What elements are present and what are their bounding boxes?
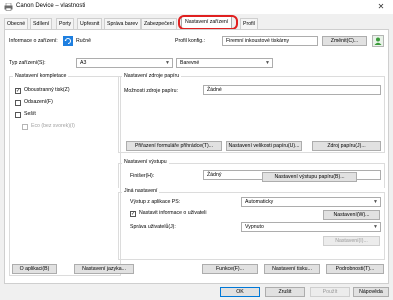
user-management-value: Vypnuto bbox=[245, 224, 264, 230]
duplex-label: Oboustranný tisk(Z) bbox=[24, 87, 70, 93]
profile-label: Profil konfig.: bbox=[175, 38, 205, 44]
ok-button[interactable]: OK bbox=[220, 287, 260, 297]
highlight-ring bbox=[178, 15, 238, 30]
output-title: Nastavení výstupu bbox=[122, 159, 169, 165]
tab-color-management[interactable]: Správa barev bbox=[104, 18, 141, 29]
device-info-label: Informace o zařízení: bbox=[9, 38, 58, 44]
about-button[interactable]: O aplikaci(B) bbox=[12, 264, 57, 274]
printer-icon bbox=[4, 2, 13, 11]
device-color-value: Barevné bbox=[180, 60, 200, 66]
tab-general[interactable]: Obecné bbox=[4, 18, 29, 29]
title-bar: Canon Device – vlastnosti ✕ bbox=[0, 0, 393, 14]
cancel-button[interactable]: Zrušit bbox=[265, 287, 305, 297]
device-size-select[interactable]: A3 ▼ bbox=[76, 58, 173, 68]
window-title: Canon Device – vlastnosti bbox=[16, 3, 86, 9]
chevron-down-icon: ▼ bbox=[165, 60, 170, 66]
offset-label: Odsazení(F) bbox=[24, 99, 53, 105]
change-profile-button[interactable]: Změnit(C)... bbox=[322, 36, 367, 46]
details-button[interactable]: Podrobnosti(T)... bbox=[326, 264, 384, 274]
user-management-select[interactable]: Vypnuto ▼ bbox=[241, 222, 381, 232]
user-info-checkbox[interactable]: ✓ bbox=[130, 211, 136, 217]
ps-output-value: Automaticky bbox=[245, 199, 274, 205]
paper-source-title: Nastavení zdroje papíru bbox=[122, 73, 182, 79]
apply-button: Použít bbox=[310, 287, 350, 297]
duplex-checkbox[interactable]: ✓ bbox=[15, 88, 21, 94]
refresh-icon[interactable] bbox=[63, 36, 73, 46]
output-settings-button[interactable]: Nastavení výstupu papíru(B)... bbox=[262, 172, 357, 182]
tab-strip: Obecné Sdílení Porty Upřesnit Správa bar… bbox=[0, 15, 393, 30]
staple-label: Sešít bbox=[24, 111, 36, 117]
staple-free-checkbox bbox=[22, 124, 28, 130]
chevron-down-icon: ▼ bbox=[265, 60, 270, 66]
device-info-mode: Ručně bbox=[76, 38, 91, 44]
tab-profile[interactable]: Profil bbox=[240, 18, 258, 29]
other-settings-title: Jiná nastavení bbox=[122, 188, 160, 194]
finisher-label: Finišer(H): bbox=[130, 173, 155, 179]
chevron-down-icon: ▼ bbox=[373, 224, 378, 230]
user-management-settings-button: Nastavení(I)... bbox=[323, 236, 380, 246]
paper-source-button[interactable]: Zdroj papíru(J)... bbox=[312, 141, 381, 151]
user-info-label: Nastavit informace o uživateli bbox=[139, 210, 207, 216]
paper-size-settings-button[interactable]: Nastavení velikosti papíru(U)... bbox=[226, 141, 302, 151]
offset-checkbox[interactable] bbox=[15, 100, 21, 106]
tab-ports[interactable]: Porty bbox=[56, 18, 75, 29]
device-color-select[interactable]: Barevné ▼ bbox=[176, 58, 273, 68]
staple-checkbox[interactable] bbox=[15, 112, 21, 118]
assign-form-tray-button[interactable]: Přiřazení formuláře přihrádce(T)... bbox=[126, 141, 222, 151]
user-management-label: Správa uživatelů(J): bbox=[130, 224, 176, 230]
tab-sharing[interactable]: Sdílení bbox=[30, 18, 53, 29]
device-size-value: A3 bbox=[80, 60, 87, 66]
profile-field: Firemní inkoustové tiskárny bbox=[222, 36, 318, 46]
device-type-label: Typ zařízení(S): bbox=[9, 60, 46, 66]
paper-source-options-label: Možnosti zdroje papíru: bbox=[124, 88, 178, 94]
finishing-group-title: Nastavení kompletace bbox=[13, 73, 69, 79]
paper-source-options-field: Žádné bbox=[203, 85, 381, 95]
language-settings-button[interactable]: Nastavení jazyka... bbox=[74, 264, 134, 274]
close-icon[interactable]: ✕ bbox=[370, 0, 392, 14]
ps-output-label: Výstup z aplikace PS: bbox=[130, 199, 181, 205]
print-settings-button[interactable]: Nastavení tisku... bbox=[264, 264, 320, 274]
help-button[interactable]: Nápověda bbox=[353, 287, 389, 297]
function-button[interactable]: Funkce(F)... bbox=[202, 264, 258, 274]
finishing-group bbox=[9, 76, 121, 276]
ps-output-select[interactable]: Automaticky ▼ bbox=[241, 197, 381, 207]
profile-status-icon[interactable] bbox=[372, 35, 384, 47]
user-info-settings-button[interactable]: Nastavení(W)... bbox=[323, 210, 380, 220]
tab-security[interactable]: Zabezpečení bbox=[141, 18, 177, 29]
chevron-down-icon: ▼ bbox=[373, 199, 378, 205]
staple-free-label: Eco (bez svorek)(I) bbox=[31, 123, 75, 129]
tab-advanced[interactable]: Upřesnit bbox=[77, 18, 103, 29]
